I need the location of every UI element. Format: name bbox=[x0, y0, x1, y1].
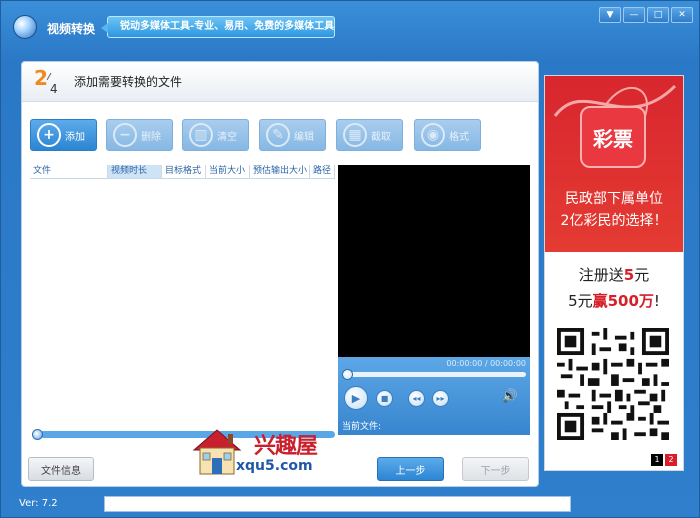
ad-line-4-c: ! bbox=[653, 292, 660, 310]
main-panel: 2 4 添加需要转换的文件 + 添加 − 删除 ▥ 清空 ✎ 编辑 ▦ 截取 ◉… bbox=[21, 61, 539, 487]
step-header: 2 4 添加需要转换的文件 bbox=[22, 62, 538, 102]
watermark: 兴趣屋 xqu5.com bbox=[190, 422, 340, 482]
clear-label: 清空 bbox=[217, 131, 237, 143]
clip-button[interactable]: ▦ 截取 bbox=[336, 119, 403, 151]
column-duration[interactable]: 视频时长 bbox=[108, 165, 162, 178]
column-target-format[interactable]: 目标格式 bbox=[162, 165, 206, 178]
ad-line-4: 5元赢500万! bbox=[545, 290, 683, 311]
scroll-thumb[interactable] bbox=[32, 429, 43, 440]
maximize-button[interactable]: □ bbox=[647, 7, 669, 23]
ad-line-3-a: 注册送 bbox=[578, 266, 624, 284]
file-list[interactable] bbox=[30, 180, 335, 428]
current-file-label: 当前文件: bbox=[342, 422, 382, 432]
player-controls: 00:00:00 / 00:00:00 ▶ ■ ◂◂ ▸▸ 🔊 当前文件: bbox=[338, 357, 530, 435]
menu-dropdown-button[interactable]: ▼ bbox=[599, 7, 621, 23]
ad-banner: 彩票 民政部下属单位 2亿彩民的选择！ bbox=[545, 76, 683, 252]
trash-icon: ▥ bbox=[189, 123, 213, 147]
ad-page-1[interactable]: 1 bbox=[651, 454, 663, 466]
prev-step-button[interactable]: 上一步 bbox=[377, 457, 444, 481]
lottery-ad[interactable]: 彩票 民政部下属单位 2亿彩民的选择！ 注册送5元 5元赢500万! 1 2 bbox=[544, 75, 684, 471]
plus-icon: + bbox=[37, 123, 61, 147]
delete-button[interactable]: − 删除 bbox=[106, 119, 173, 151]
app-logo-icon bbox=[13, 15, 37, 39]
app-window: 视频转换 锐动多媒体工具-专业、易用、免费的多媒体工具 ▼ — □ ✕ 2 4 … bbox=[0, 0, 700, 518]
film-icon: ▦ bbox=[343, 123, 367, 147]
volume-icon[interactable]: 🔊 bbox=[502, 389, 518, 404]
version-label: Ver: 7.2 bbox=[19, 498, 58, 509]
file-list-header: 文件 视频时长 目标格式 当前大小 预估输出大小 路径 bbox=[30, 165, 335, 179]
step-forward-icon[interactable]: ▸▸ bbox=[432, 390, 449, 407]
seek-handle[interactable] bbox=[342, 369, 353, 380]
ad-line-2: 2亿彩民的选择！ bbox=[560, 213, 668, 229]
ad-logo: 彩票 bbox=[580, 106, 646, 168]
video-format-icon: ◉ bbox=[421, 123, 445, 147]
slogan-banner[interactable]: 锐动多媒体工具-专业、易用、免费的多媒体工具 bbox=[101, 16, 335, 38]
close-button[interactable]: ✕ bbox=[671, 7, 693, 23]
watermark-url: xqu5.com bbox=[236, 458, 313, 474]
qr-code-icon bbox=[557, 328, 669, 440]
step-total: 4 bbox=[50, 82, 58, 96]
ad-line-3-b: 5 bbox=[623, 266, 635, 284]
minus-icon: − bbox=[113, 123, 137, 147]
pencil-icon: ✎ bbox=[266, 123, 290, 147]
clear-button[interactable]: ▥ 清空 bbox=[182, 119, 249, 151]
format-label: 格式 bbox=[449, 131, 469, 143]
step-back-icon[interactable]: ◂◂ bbox=[408, 390, 425, 407]
edit-label: 编辑 bbox=[294, 131, 314, 143]
column-file[interactable]: 文件 bbox=[30, 165, 108, 178]
format-button[interactable]: ◉ 格式 bbox=[414, 119, 481, 151]
ad-pagination: 1 2 bbox=[651, 454, 677, 466]
column-estimated-size[interactable]: 预估输出大小 bbox=[250, 165, 310, 178]
play-time: 00:00:00 / 00:00:00 bbox=[446, 359, 526, 368]
minimize-button[interactable]: — bbox=[623, 7, 645, 23]
delete-label: 删除 bbox=[141, 131, 161, 143]
ad-line-1: 民政部下属单位 bbox=[565, 191, 663, 207]
window-controls: ▼ — □ ✕ bbox=[599, 7, 693, 23]
play-icon[interactable]: ▶ bbox=[344, 386, 368, 410]
app-title: 视频转换 bbox=[47, 22, 96, 36]
add-label: 添加 bbox=[65, 131, 85, 143]
seek-bar[interactable] bbox=[344, 372, 526, 377]
watermark-title: 兴趣屋 bbox=[254, 434, 318, 459]
ad-line-3-c: 元 bbox=[634, 266, 650, 284]
step-title: 添加需要转换的文件 bbox=[74, 75, 183, 89]
step-current: 2 bbox=[34, 66, 48, 90]
file-info-button[interactable]: 文件信息 bbox=[28, 457, 94, 481]
next-step-button[interactable]: 下一步 bbox=[462, 457, 529, 481]
ad-line-4-b: 赢500万 bbox=[592, 292, 654, 310]
ad-line-4-a: 5元 bbox=[568, 292, 593, 310]
stop-icon[interactable]: ■ bbox=[376, 390, 393, 407]
title-bar: 视频转换 锐动多媒体工具-专业、易用、免费的多媒体工具 ▼ — □ ✕ bbox=[1, 1, 699, 53]
ad-line-3: 注册送5元 bbox=[545, 264, 683, 285]
ad-page-2[interactable]: 2 bbox=[665, 454, 677, 466]
add-button[interactable]: + 添加 bbox=[30, 119, 97, 151]
column-current-size[interactable]: 当前大小 bbox=[206, 165, 250, 178]
column-path[interactable]: 路径 bbox=[310, 165, 335, 178]
status-bar: Ver: 7.2 bbox=[1, 493, 699, 517]
status-field bbox=[104, 496, 571, 512]
clip-label: 截取 bbox=[371, 131, 391, 143]
edit-button[interactable]: ✎ 编辑 bbox=[259, 119, 326, 151]
video-preview bbox=[338, 165, 530, 357]
